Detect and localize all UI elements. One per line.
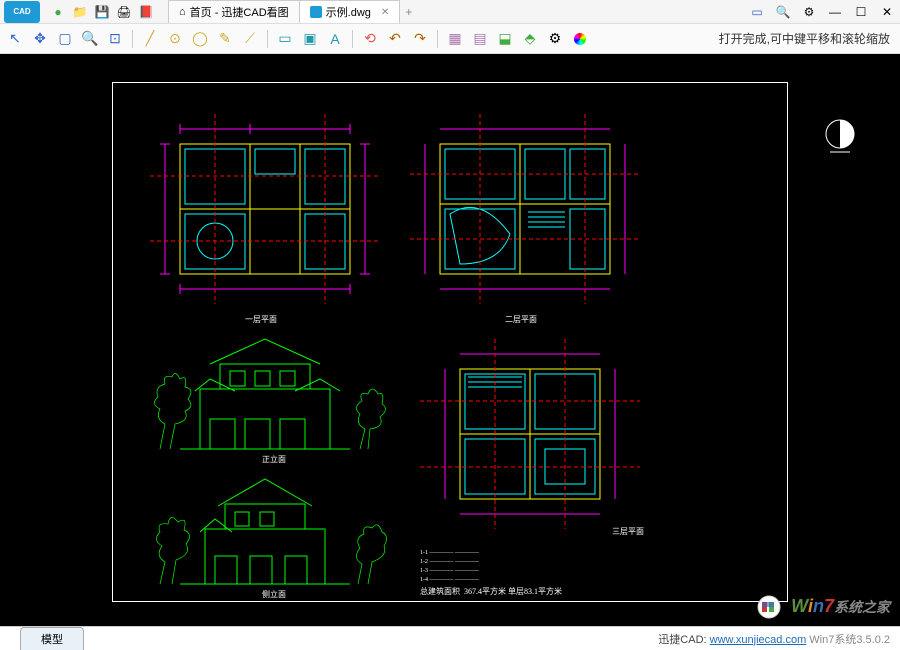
floorplan-2 [410, 114, 640, 304]
tool-window[interactable]: ▢ [54, 28, 76, 50]
tool-settings[interactable]: ⚙ [544, 28, 566, 50]
quick-access: ● 📁 💾 🖨 📕 [44, 4, 160, 20]
status-link[interactable]: www.xunjiecad.com [710, 634, 807, 646]
window-icon-1[interactable]: ▭ [744, 1, 770, 23]
document-tabs: ⌂ 首页 - 迅捷CAD看图 示例.dwg ✕ + [168, 0, 744, 23]
tab-close-icon[interactable]: ✕ [381, 7, 389, 18]
plan2-label: 二层平面 [505, 314, 537, 325]
tool-pan[interactable]: ✥ [29, 28, 51, 50]
plan3-label: 三层平面 [612, 526, 644, 537]
info-block: 1-1 ———— ————1-2 ———— ————1-3 ———— ————1… [420, 549, 479, 585]
separator [267, 30, 268, 48]
tool-draw[interactable]: ✎ [214, 28, 236, 50]
tool-rect[interactable]: ▭ [274, 28, 296, 50]
status-version: Win7系统3.5.0.2 [809, 634, 890, 646]
pdf-icon[interactable]: 📕 [138, 4, 154, 20]
settings-icon[interactable]: ⚙ [796, 1, 822, 23]
tool-layer[interactable]: ▦ [444, 28, 466, 50]
footer-label-1: 总建筑面积 367.4平方米 单层83.1平方米 [420, 586, 562, 597]
titlebar: CAD ● 📁 💾 🖨 📕 ⌂ 首页 - 迅捷CAD看图 示例.dwg ✕ + … [0, 0, 900, 24]
tool-extents[interactable]: ⊡ [104, 28, 126, 50]
tool-block[interactable]: ⬓ [494, 28, 516, 50]
window-icon-2[interactable]: 🔍 [770, 1, 796, 23]
close-button[interactable]: ✕ [874, 1, 900, 23]
plan1-label: 一层平面 [245, 314, 277, 325]
tab-file-label: 示例.dwg [326, 4, 371, 20]
file-icon [310, 6, 322, 18]
status-bar: 迅捷CAD: www.xunjiecad.com Win7系统3.5.0.2 [658, 631, 900, 647]
tab-home[interactable]: ⌂ 首页 - 迅捷CAD看图 [168, 0, 300, 23]
floorplan-1 [150, 114, 380, 304]
tool-region[interactable]: ▣ [299, 28, 321, 50]
tool-erase[interactable]: ⟲ [359, 28, 381, 50]
tool-line[interactable]: ╱ [139, 28, 161, 50]
bottom-bar: 模型 迅捷CAD: www.xunjiecad.com Win7系统3.5.0.… [0, 626, 900, 650]
tab-home-label: 首页 - 迅捷CAD看图 [190, 4, 289, 20]
elevation-1 [140, 329, 390, 459]
separator [437, 30, 438, 48]
separator [352, 30, 353, 48]
tool-layers2[interactable]: ▤ [469, 28, 491, 50]
save-icon[interactable]: 💾 [94, 4, 110, 20]
tool-text[interactable]: A [324, 28, 346, 50]
window-controls: ▭ 🔍 ⚙ — ☐ ✕ [744, 1, 900, 23]
elevation-2 [140, 464, 390, 594]
tool-redo[interactable]: ↷ [409, 28, 431, 50]
minimize-button[interactable]: — [822, 1, 848, 23]
color-wheel-icon [574, 33, 586, 45]
model-tab[interactable]: 模型 [20, 627, 84, 650]
compass-icon [820, 114, 860, 154]
new-icon[interactable]: ● [50, 4, 66, 20]
floorplan-3 [420, 339, 640, 529]
tool-undo[interactable]: ↶ [384, 28, 406, 50]
tool-arc[interactable]: ◯ [189, 28, 211, 50]
tool-circle[interactable]: ⊙ [164, 28, 186, 50]
tool-zoom[interactable]: 🔍 [79, 28, 101, 50]
home-icon: ⌂ [179, 6, 186, 18]
drawing-canvas[interactable]: 一层平面 二层平面 [0, 54, 900, 626]
tab-file[interactable]: 示例.dwg ✕ [299, 0, 401, 23]
status-label: 迅捷CAD: [658, 634, 706, 646]
elev2-label: 侧立面 [262, 589, 286, 600]
separator [132, 30, 133, 48]
tab-add-button[interactable]: + [399, 5, 418, 19]
maximize-button[interactable]: ☐ [848, 1, 874, 23]
print-icon[interactable]: 🖨 [116, 4, 132, 20]
toolbar-hint: 打开完成,可中键平移和滚轮缩放 [719, 30, 896, 47]
app-logo: CAD [4, 1, 40, 23]
tool-select[interactable]: ↖ [4, 28, 26, 50]
tool-pline[interactable]: ⟋ [239, 28, 261, 50]
tool-hatch[interactable]: ⬘ [519, 28, 541, 50]
main-toolbar: ↖ ✥ ▢ 🔍 ⊡ ╱ ⊙ ◯ ✎ ⟋ ▭ ▣ A ⟲ ↶ ↷ ▦ ▤ ⬓ ⬘ … [0, 24, 900, 54]
open-icon[interactable]: 📁 [72, 4, 88, 20]
tool-color[interactable] [569, 28, 591, 50]
